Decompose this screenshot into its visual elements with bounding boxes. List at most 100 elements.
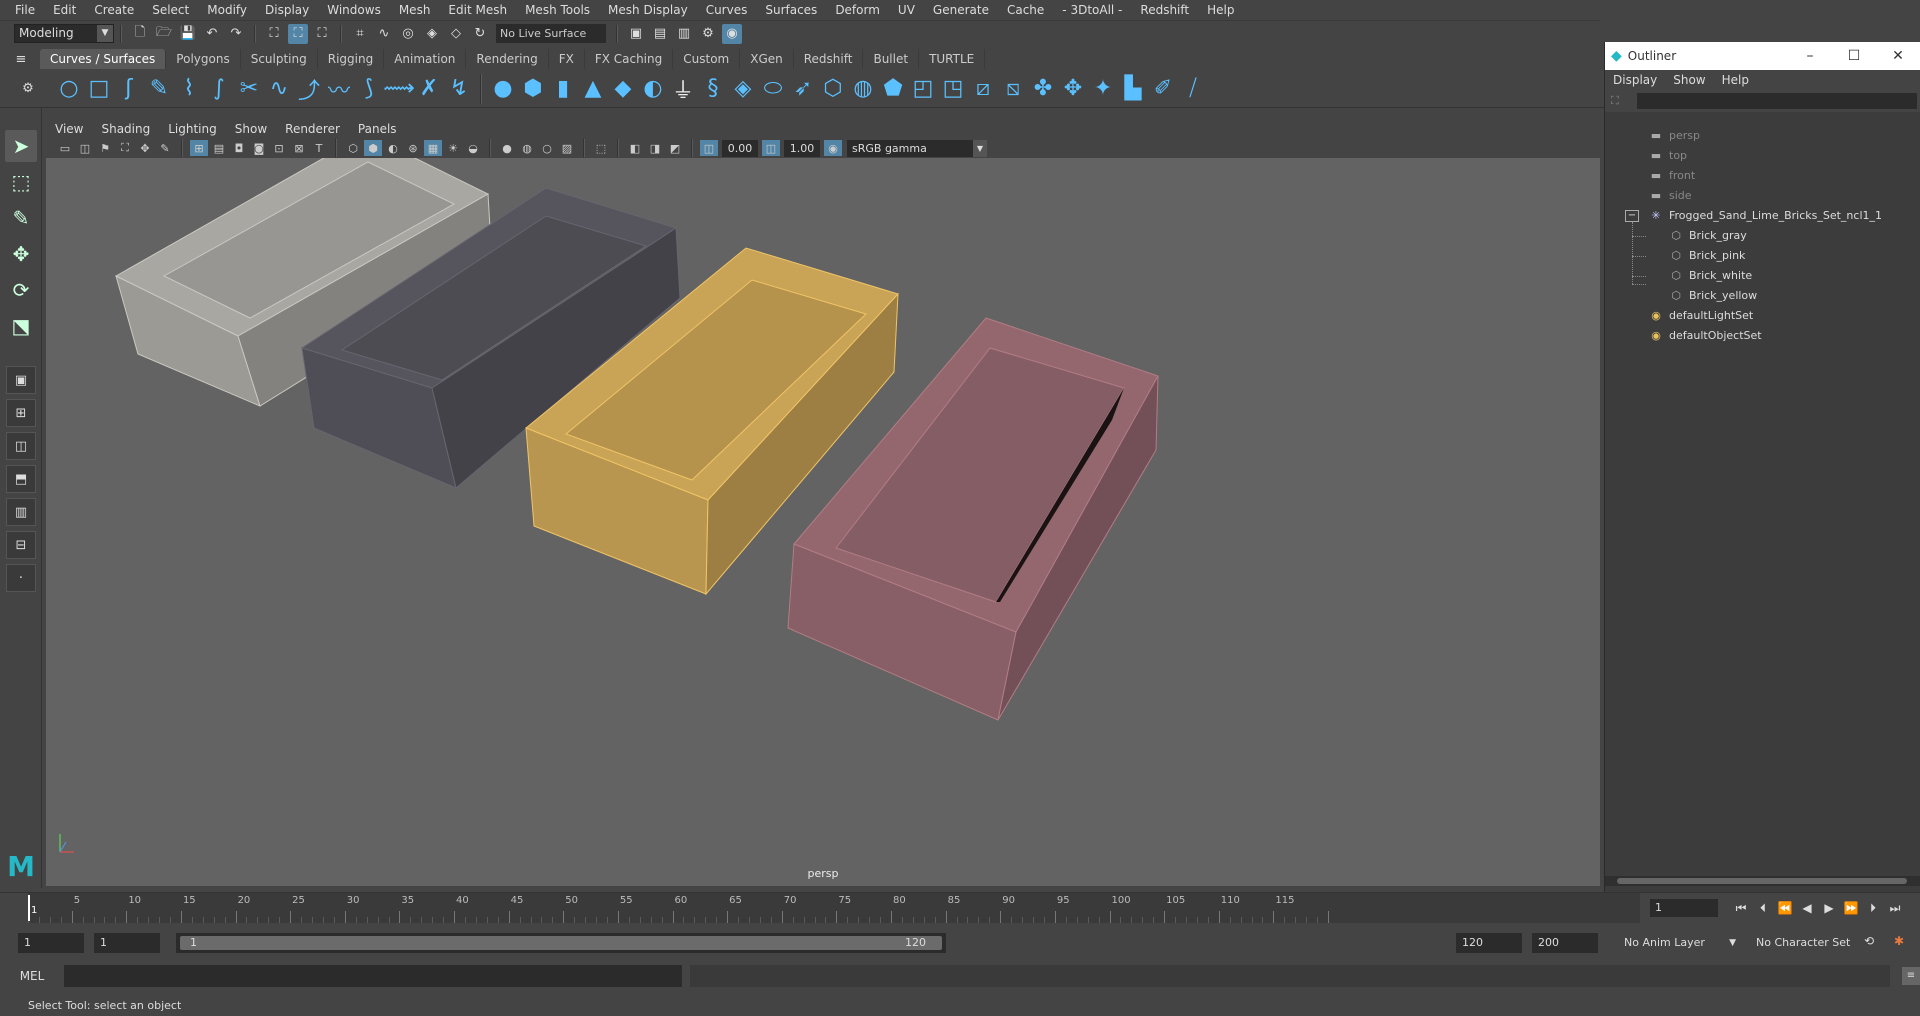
trim-tool-icon[interactable]: ◰ <box>908 73 938 105</box>
uv-layout-icon[interactable]: ⊟ <box>6 531 36 559</box>
outliner-item-front[interactable]: ▬ front <box>1649 166 1695 186</box>
xray-icon[interactable]: ◧ <box>626 140 644 156</box>
view-transform-dropdown[interactable]: sRGB gamma ▼ <box>847 139 987 157</box>
curve-project-icon[interactable]: ↯ <box>444 73 474 105</box>
close-icon[interactable]: ✕ <box>1876 48 1920 64</box>
redo-icon[interactable]: ↷ <box>226 24 246 44</box>
select-component-icon[interactable]: ⛶ <box>312 24 332 44</box>
surface-sculpt-icon[interactable]: ✤ <box>1028 73 1058 105</box>
filter-icon[interactable]: ⛶ <box>1611 94 1619 108</box>
scrollbar-thumb[interactable] <box>1617 878 1907 884</box>
snap-view-plane-icon[interactable]: ◈ <box>422 24 442 44</box>
curve-offset-icon[interactable]: ⟿ <box>383 73 415 105</box>
loft-icon[interactable]: § <box>698 73 728 105</box>
lasso-tool-icon[interactable]: ⬚ <box>5 166 37 198</box>
script-editor-icon[interactable]: ≡ <box>1902 967 1920 985</box>
textured-icon[interactable]: ▦ <box>424 140 442 156</box>
paint-select-icon[interactable]: ✎ <box>5 202 37 234</box>
live-surface-field[interactable]: No Live Surface <box>496 24 606 43</box>
panel-menu-show[interactable]: Show <box>226 122 276 136</box>
wireframe-on-shaded-icon[interactable]: ⊛ <box>404 140 422 156</box>
anim-preferences-icon[interactable]: ✱ <box>1888 934 1910 948</box>
menu-modify[interactable]: Modify <box>198 0 256 20</box>
panel-menu-panels[interactable]: Panels <box>349 122 406 136</box>
range-slider[interactable]: 1 120 <box>176 933 946 953</box>
surface-rebuild-icon[interactable]: ▙ <box>1118 73 1148 105</box>
rotate-tool-icon[interactable]: ⟳ <box>5 274 37 306</box>
bezier-curve-icon[interactable]: ∫ <box>204 73 234 105</box>
render-view-icon[interactable]: ▣ <box>626 24 646 44</box>
curve-rebuild-icon[interactable]: ⤴ <box>294 73 324 105</box>
boundary-icon[interactable]: ⬡ <box>818 73 848 105</box>
tab-animation[interactable]: Animation <box>384 49 467 69</box>
minimize-icon[interactable]: – <box>1788 48 1832 64</box>
outliner-item-default-light-set[interactable]: ◉ defaultLightSet <box>1649 306 1753 326</box>
depth-of-field-icon[interactable]: ▨ <box>558 140 576 156</box>
tab-rendering[interactable]: Rendering <box>466 49 549 69</box>
auto-key-icon[interactable]: ⟲ <box>1858 934 1880 948</box>
nurbs-cone-icon[interactable]: ▲ <box>578 73 608 105</box>
shelf-options-icon[interactable]: ⚙ <box>18 79 38 99</box>
select-hierarchy-icon[interactable]: ⛶ <box>264 24 284 44</box>
nurbs-cube-icon[interactable]: ⬢ <box>518 73 548 105</box>
gamma-icon[interactable]: ◫ <box>762 140 780 156</box>
tab-polygons[interactable]: Polygons <box>166 49 241 69</box>
menu-display[interactable]: Display <box>256 0 318 20</box>
outliner-item-brick-pink[interactable]: ⬡ Brick_pink <box>1669 246 1745 266</box>
surface-reverse-icon[interactable]: ⧸ <box>1178 73 1208 105</box>
panel-menu-renderer[interactable]: Renderer <box>276 122 349 136</box>
field-chart-icon[interactable]: ⊡ <box>270 140 288 156</box>
surface-detach-icon[interactable]: ⧅ <box>998 73 1028 105</box>
current-frame-marker[interactable]: 1 <box>28 895 37 921</box>
gate-mask-icon[interactable]: ◙ <box>250 140 268 156</box>
snap-curve-icon[interactable]: ∿ <box>374 24 394 44</box>
current-frame-field[interactable]: 1 <box>1650 899 1718 917</box>
menu-create[interactable]: Create <box>85 0 143 20</box>
render-settings-icon[interactable]: ⚙ <box>698 24 718 44</box>
hypershade-icon[interactable]: ◉ <box>722 23 742 44</box>
menu-3dtoall[interactable]: - 3DtoAll - <box>1053 0 1131 20</box>
play-forwards-icon[interactable]: ▶ <box>1818 901 1840 915</box>
image-plane-icon[interactable]: ⛶ <box>116 140 134 156</box>
tab-custom[interactable]: Custom <box>673 49 741 69</box>
motion-blur-icon[interactable]: ◍ <box>518 140 536 156</box>
surface-align-icon[interactable]: ✥ <box>1058 73 1088 105</box>
smooth-shade-icon[interactable]: ⬢ <box>364 140 382 156</box>
tab-curves-surfaces[interactable]: Curves / Surfaces <box>40 49 167 69</box>
square-surface-icon[interactable]: ◍ <box>848 73 878 105</box>
playback-start-field[interactable]: 1 <box>94 933 160 953</box>
tab-turtle[interactable]: TURTLE <box>919 49 986 69</box>
scale-tool-icon[interactable]: ⬔ <box>5 310 37 342</box>
menu-uv[interactable]: UV <box>889 0 924 20</box>
command-input[interactable] <box>64 965 682 987</box>
outliner-item-top[interactable]: ▬ top <box>1649 146 1687 166</box>
tab-xgen[interactable]: XGen <box>740 49 794 69</box>
outliner-item-brick-gray[interactable]: ⬡ Brick_gray <box>1669 226 1747 246</box>
film-gate-icon[interactable]: ▤ <box>210 140 228 156</box>
shadows-icon[interactable]: ◒ <box>464 140 482 156</box>
safe-action-icon[interactable]: ⊠ <box>290 140 308 156</box>
color-management-icon[interactable]: ◉ <box>824 140 842 156</box>
move-tool-icon[interactable]: ✥ <box>5 238 37 270</box>
menu-surfaces[interactable]: Surfaces <box>756 0 826 20</box>
tab-rigging[interactable]: Rigging <box>318 49 385 69</box>
ep-curve-icon[interactable]: ʃ <box>114 73 144 105</box>
nurbs-cylinder-icon[interactable]: ▮ <box>548 73 578 105</box>
four-view-layout-icon[interactable]: ⊞ <box>6 399 36 427</box>
nurbs-sphere-icon[interactable]: ● <box>488 73 518 105</box>
anim-layer-dropdown[interactable]: No Anim Layer ▼ <box>1618 933 1738 953</box>
persp-outliner-layout-icon[interactable]: ◫ <box>6 432 36 460</box>
play-backwards-icon[interactable]: ◀ <box>1796 901 1818 915</box>
step-back-frame-icon[interactable]: ⏴ <box>1752 901 1774 916</box>
maximize-icon[interactable]: ☐ <box>1832 48 1876 64</box>
menu-generate[interactable]: Generate <box>924 0 998 20</box>
cv-curve-icon[interactable]: ⌇ <box>174 73 204 105</box>
ipr-render-icon[interactable]: ▥ <box>674 24 694 44</box>
history-icon[interactable]: ↻ <box>470 24 490 44</box>
curve-cut-icon[interactable]: ✂ <box>234 73 264 105</box>
menu-edit-mesh[interactable]: Edit Mesh <box>439 0 516 20</box>
menu-windows[interactable]: Windows <box>318 0 390 20</box>
surface-stitch-icon[interactable]: ✦ <box>1088 73 1118 105</box>
tab-fx-caching[interactable]: FX Caching <box>585 49 674 69</box>
snap-grid-icon[interactable]: ⌗ <box>350 24 370 44</box>
